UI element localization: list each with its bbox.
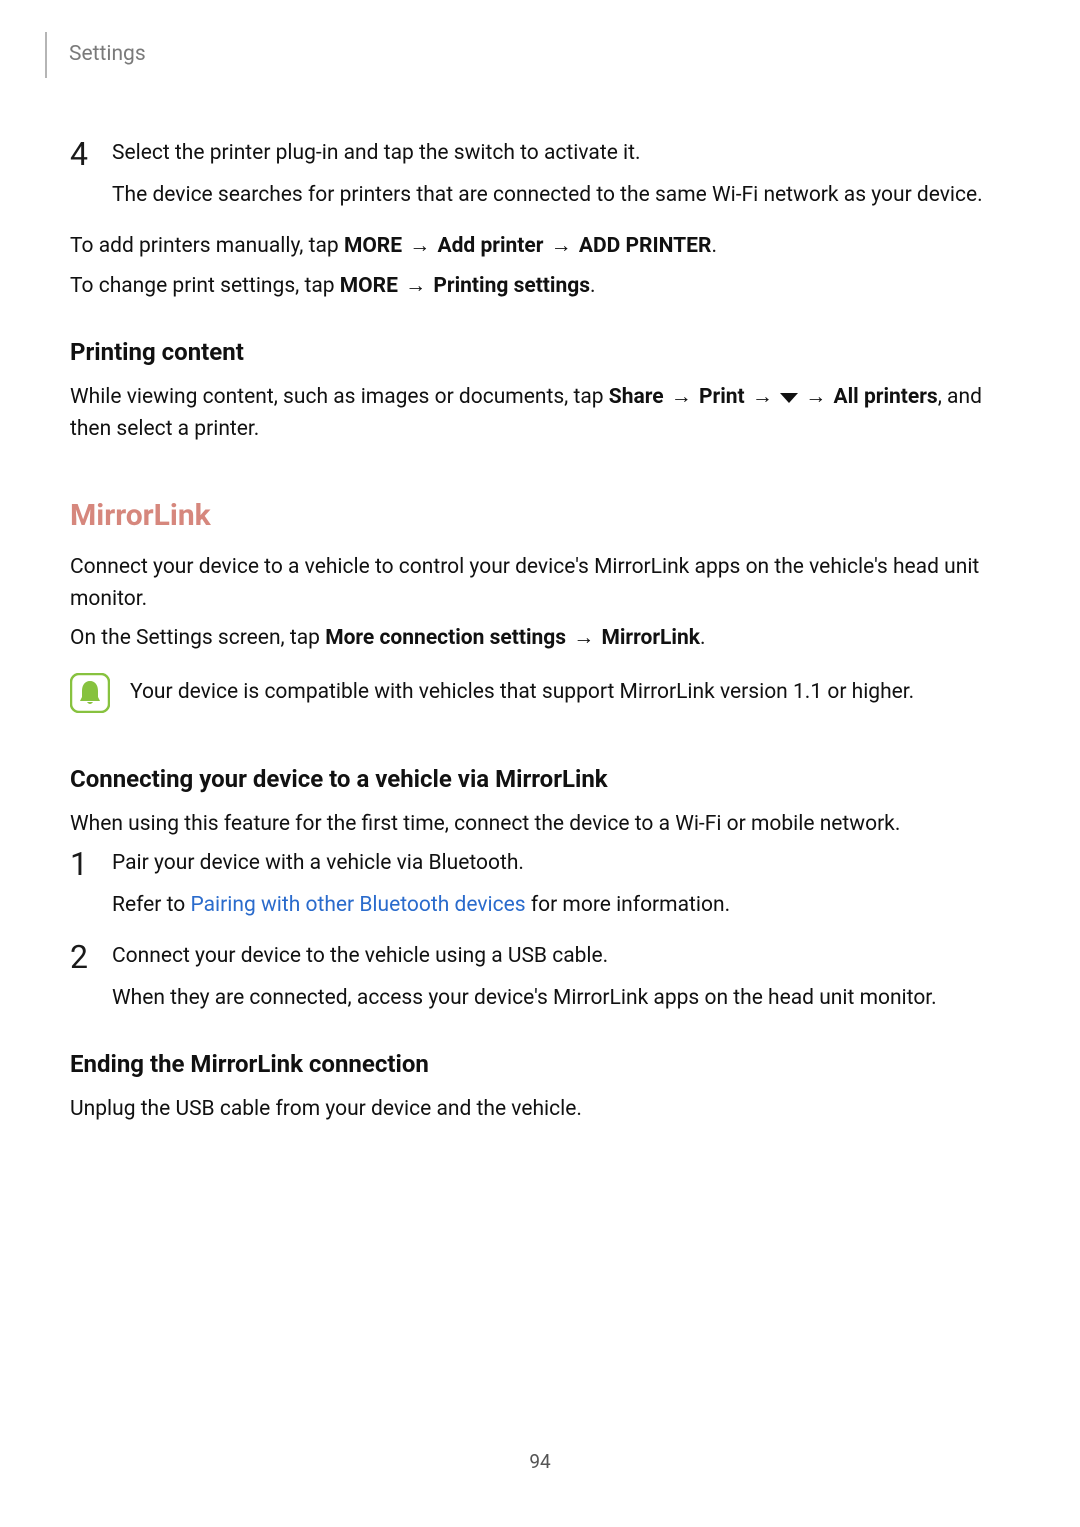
- step-2: 2 Connect your device to the vehicle usi…: [70, 941, 1010, 1014]
- step-number: 4: [70, 138, 112, 211]
- step-body: Connect your device to the vehicle using…: [112, 941, 1010, 1014]
- text: .: [711, 234, 717, 258]
- step-number: 1: [70, 848, 112, 921]
- label-share: Share: [609, 385, 664, 409]
- label-add-printer: Add printer: [438, 234, 544, 258]
- change-settings-para: To change print settings, tap MORE → Pri…: [70, 271, 1010, 303]
- link-bluetooth-pairing[interactable]: Pairing with other Bluetooth devices: [190, 893, 525, 917]
- text: To change print settings, tap: [70, 274, 340, 298]
- page-content: Settings 4 Select the printer plug-in an…: [0, 0, 1080, 1126]
- arrow-icon: →: [402, 234, 437, 258]
- arrow-icon: →: [566, 626, 601, 650]
- page-header: Settings: [70, 32, 1010, 78]
- heading-connecting: Connecting your device to a vehicle via …: [70, 761, 1010, 797]
- step-line-1: Select the printer plug-in and tap the s…: [112, 138, 1010, 170]
- arrow-icon: →: [664, 385, 699, 409]
- step-line-1: Pair your device with a vehicle via Blue…: [112, 848, 1010, 880]
- label-more: MORE: [340, 274, 398, 298]
- label-more-connection-settings: More connection settings: [325, 626, 566, 650]
- arrow-icon: →: [798, 385, 833, 409]
- printing-content-para: While viewing content, such as images or…: [70, 382, 1010, 445]
- connecting-intro: When using this feature for the first ti…: [70, 809, 1010, 841]
- text: .: [590, 274, 596, 298]
- label-mirrorlink: MirrorLink: [601, 626, 699, 650]
- label-add-printer-caps: ADD PRINTER: [579, 234, 712, 258]
- ending-body: Unplug the USB cable from your device an…: [70, 1094, 1010, 1126]
- dropdown-triangle-icon: [780, 382, 798, 414]
- note-block: Your device is compatible with vehicles …: [70, 673, 1010, 713]
- header-rule: [45, 32, 47, 78]
- step-4: 4 Select the printer plug-in and tap the…: [70, 138, 1010, 211]
- arrow-icon: →: [543, 234, 578, 258]
- text: Refer to: [112, 893, 190, 917]
- text: On the Settings screen, tap: [70, 626, 325, 650]
- note-bell-icon: [70, 673, 110, 713]
- step-body: Select the printer plug-in and tap the s…: [112, 138, 1010, 211]
- label-more: MORE: [344, 234, 402, 258]
- step-line-2: When they are connected, access your dev…: [112, 983, 1010, 1015]
- heading-ending: Ending the MirrorLink connection: [70, 1046, 1010, 1082]
- step-line-1: Connect your device to the vehicle using…: [112, 941, 1010, 973]
- label-print: Print: [699, 385, 745, 409]
- arrow-icon: →: [398, 274, 433, 298]
- heading-printing-content: Printing content: [70, 334, 1010, 370]
- add-printers-para: To add printers manually, tap MORE → Add…: [70, 231, 1010, 263]
- heading-mirrorlink: MirrorLink: [70, 493, 1010, 538]
- text: for more information.: [526, 893, 731, 917]
- step-line-2: Refer to Pairing with other Bluetooth de…: [112, 890, 1010, 922]
- step-1: 1 Pair your device with a vehicle via Bl…: [70, 848, 1010, 921]
- label-all-printers: All printers: [834, 385, 938, 409]
- mirrorlink-nav-para: On the Settings screen, tap More connect…: [70, 623, 1010, 655]
- mirrorlink-intro: Connect your device to a vehicle to cont…: [70, 552, 1010, 615]
- text: While viewing content, such as images or…: [70, 385, 609, 409]
- text: To add printers manually, tap: [70, 234, 344, 258]
- arrow-icon: →: [745, 385, 780, 409]
- note-text: Your device is compatible with vehicles …: [130, 677, 914, 709]
- label-printing-settings: Printing settings: [433, 274, 590, 298]
- text: .: [700, 626, 706, 650]
- step-number: 2: [70, 941, 112, 1014]
- step-body: Pair your device with a vehicle via Blue…: [112, 848, 1010, 921]
- page-number: 94: [0, 1450, 1080, 1473]
- header-section-title: Settings: [69, 39, 146, 71]
- step-line-2: The device searches for printers that ar…: [112, 180, 1010, 212]
